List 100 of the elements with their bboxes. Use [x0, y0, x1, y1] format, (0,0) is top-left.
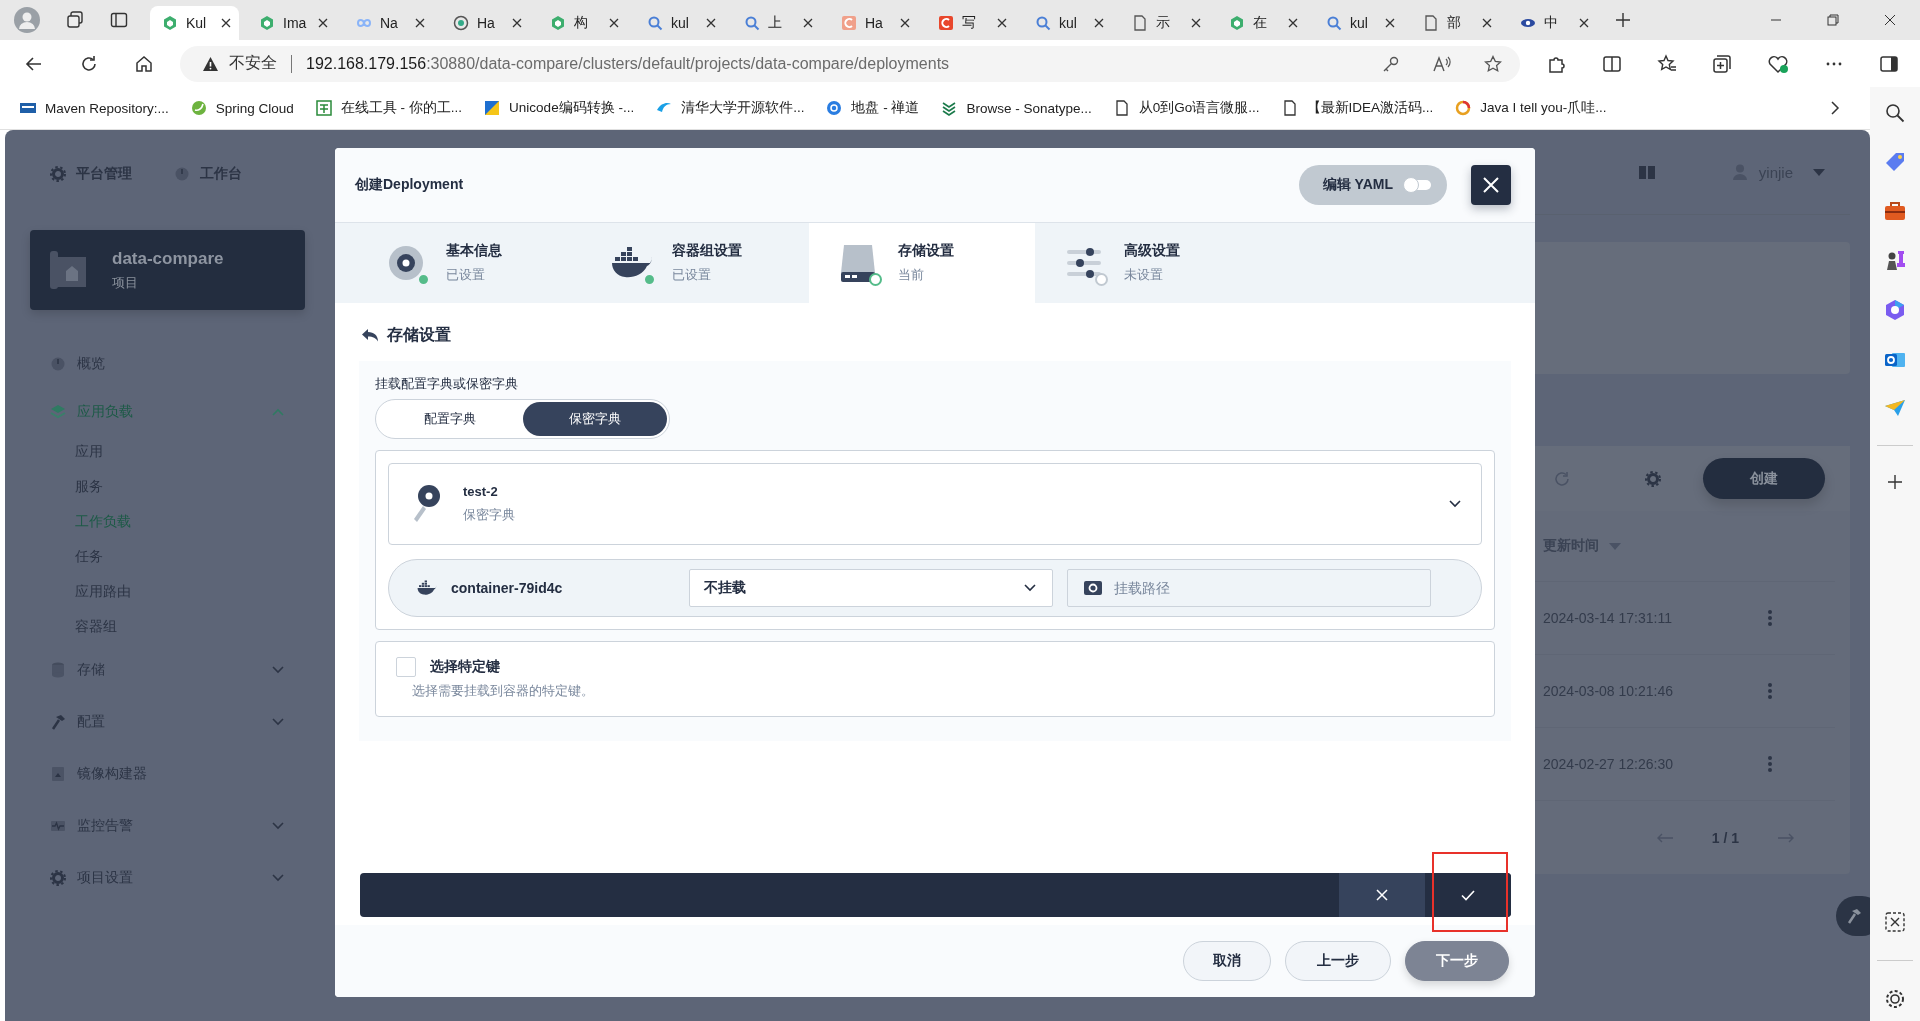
- tool-button[interactable]: [1836, 896, 1870, 936]
- browser-tab[interactable]: Ima: [247, 6, 336, 40]
- project-card[interactable]: data-compare 项目: [30, 230, 305, 310]
- edit-yaml-toggle[interactable]: 编辑 YAML: [1298, 165, 1447, 205]
- restore-icon[interactable]: [1827, 14, 1839, 26]
- mount-path-field[interactable]: 挂载路径: [1067, 569, 1431, 607]
- step-tab[interactable]: 容器组设置 已设置: [583, 223, 809, 303]
- segment-tab[interactable]: 配置字典: [378, 402, 523, 436]
- step-tab[interactable]: 高级设置 未设置: [1035, 223, 1261, 303]
- project-icon: [50, 251, 86, 289]
- home-icon[interactable]: [135, 54, 153, 73]
- browser-tab[interactable]: 部: [1411, 6, 1500, 40]
- browser-tab[interactable]: 在: [1217, 6, 1306, 40]
- back-icon[interactable]: [25, 54, 43, 73]
- bookmark[interactable]: Browse - Sonatype...: [941, 100, 1092, 116]
- favicon-icon: [1035, 15, 1051, 31]
- collections-icon[interactable]: [1712, 53, 1732, 74]
- step-tab[interactable]: 基本信息 已设置: [357, 223, 583, 303]
- tag-icon[interactable]: [1884, 151, 1906, 173]
- health-icon[interactable]: [1767, 53, 1789, 74]
- browser-tab[interactable]: 写: [926, 6, 1015, 40]
- close-icon[interactable]: [1288, 18, 1298, 28]
- bookmark[interactable]: 在线工具 - 你的工...: [315, 99, 463, 117]
- footer-button[interactable]: 取消: [1183, 941, 1271, 981]
- bookmark[interactable]: Maven Repository:...: [20, 100, 169, 116]
- favorites-icon[interactable]: [1657, 53, 1677, 74]
- browser-tab[interactable]: kul: [1314, 6, 1403, 40]
- browser-tab[interactable]: Ha: [829, 6, 918, 40]
- close-icon[interactable]: [512, 18, 522, 28]
- bookmark[interactable]: 地盘 - 禅道: [826, 99, 920, 117]
- bookmark[interactable]: 清华大学开源软件...: [656, 99, 805, 117]
- add-icon[interactable]: [1887, 474, 1903, 490]
- favicon-icon: [841, 15, 857, 31]
- security-label: 不安全: [229, 53, 277, 73]
- new-tab-icon[interactable]: [1615, 12, 1631, 28]
- tab-title: kul: [1350, 15, 1369, 31]
- bookmark[interactable]: 从0到Go语言微服...: [1113, 99, 1260, 117]
- checkbox[interactable]: [396, 657, 416, 677]
- bookmark[interactable]: 【最新IDEA激活码...: [1281, 99, 1434, 117]
- workspaces-icon[interactable]: [66, 11, 84, 29]
- send-icon[interactable]: [1884, 399, 1906, 417]
- bookmark[interactable]: Spring Cloud: [190, 100, 294, 116]
- close-icon[interactable]: [803, 18, 813, 28]
- close-button[interactable]: [1471, 165, 1511, 205]
- sidebar-toggle-icon[interactable]: [1879, 53, 1899, 74]
- segment-tab[interactable]: 保密字典: [522, 402, 667, 436]
- browser-tab[interactable]: kul: [1023, 6, 1112, 40]
- resource-type: 保密字典: [463, 506, 515, 524]
- close-icon[interactable]: [706, 18, 716, 28]
- read-aloud-icon[interactable]: [1432, 54, 1452, 73]
- close-icon[interactable]: [609, 18, 619, 28]
- browser-tab[interactable]: kul: [635, 6, 724, 40]
- tab-title: kul: [671, 15, 690, 31]
- key-icon[interactable]: [1382, 54, 1400, 73]
- resource-select[interactable]: test-2 保密字典: [388, 463, 1482, 545]
- footer-button[interactable]: 上一步: [1285, 941, 1391, 981]
- chess-pieces-icon[interactable]: [1884, 249, 1906, 271]
- close-icon[interactable]: [1579, 18, 1589, 28]
- browser-tab[interactable]: 构: [538, 6, 627, 40]
- close-icon[interactable]: [997, 18, 1007, 28]
- gauge-icon: [50, 356, 66, 372]
- tab-title: 写: [962, 14, 977, 32]
- tab-title: 上: [768, 14, 783, 32]
- browser-tab[interactable]: Kul: [150, 6, 239, 40]
- browser-tab[interactable]: 中: [1508, 6, 1597, 40]
- browser-tab[interactable]: Ha: [441, 6, 530, 40]
- close-icon[interactable]: [1482, 18, 1492, 28]
- back-arrow-icon[interactable]: [361, 328, 379, 342]
- star-icon[interactable]: [1484, 54, 1502, 73]
- close-icon[interactable]: [1884, 14, 1896, 26]
- browser-tab[interactable]: 示: [1120, 6, 1209, 40]
- close-icon[interactable]: [415, 18, 425, 28]
- settings-icon[interactable]: [1885, 989, 1905, 1009]
- page-icon: [1113, 100, 1130, 116]
- caret-icon: [1609, 542, 1621, 550]
- mount-mode-dropdown[interactable]: 不挂载: [689, 569, 1053, 607]
- step-tab[interactable]: 存储设置 当前: [809, 223, 1035, 303]
- bookmark[interactable]: Unicode编码转换 -...: [484, 99, 635, 117]
- tab-title: Ha: [477, 15, 496, 31]
- browser-tab[interactable]: 上: [732, 6, 821, 40]
- copilot-icon[interactable]: [1884, 299, 1906, 321]
- search-icon[interactable]: [1885, 103, 1905, 123]
- close-icon[interactable]: [1385, 18, 1395, 28]
- close-icon[interactable]: [900, 18, 910, 28]
- checkbox-label: 选择特定键: [430, 658, 501, 676]
- footer-button[interactable]: 下一步: [1405, 941, 1509, 981]
- browser-tab[interactable]: Na: [344, 6, 433, 40]
- bookmark[interactable]: Java I tell you-爪哇...: [1455, 99, 1607, 117]
- close-icon[interactable]: [1094, 18, 1104, 28]
- screenshot-icon[interactable]: [1885, 912, 1905, 932]
- toolbox-icon[interactable]: [1884, 201, 1906, 221]
- chevron-right-icon[interactable]: [1830, 100, 1840, 116]
- close-icon[interactable]: [318, 18, 328, 28]
- create-button[interactable]: 创建: [1703, 458, 1825, 499]
- close-icon[interactable]: [221, 18, 231, 28]
- address-bar[interactable]: 不安全 192.168.179.156:30880/data-compare/clusters/default/projects/data-compare/deployments: [180, 45, 1520, 82]
- refresh-icon[interactable]: [80, 54, 98, 73]
- tab-actions-icon[interactable]: [110, 11, 128, 29]
- split-screen-icon[interactable]: [1602, 53, 1622, 74]
- close-icon[interactable]: [1191, 18, 1201, 28]
